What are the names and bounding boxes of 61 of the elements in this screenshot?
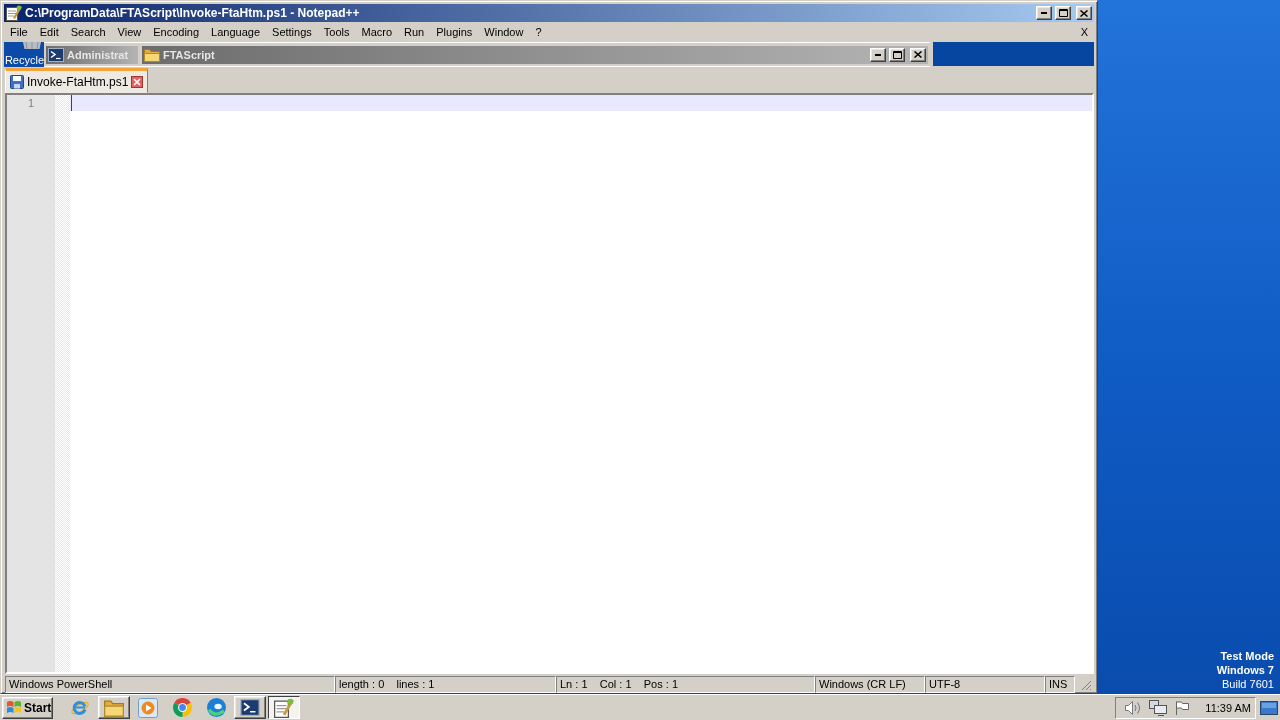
start-button[interactable]: Start bbox=[2, 696, 53, 719]
menu-item[interactable]: ? bbox=[529, 24, 548, 40]
network-icon[interactable] bbox=[1149, 699, 1168, 716]
minimize-button[interactable] bbox=[1036, 6, 1052, 20]
window-title: FTAScript bbox=[163, 48, 216, 61]
maximize-icon bbox=[892, 50, 902, 59]
background-window-title-bar[interactable]: FTAScript bbox=[142, 45, 928, 64]
resize-grip-icon[interactable] bbox=[1081, 680, 1092, 691]
status-bar-section: Ln : 1 Col : 1 Pos : 1 bbox=[556, 676, 815, 693]
status-bar-section: INS bbox=[1045, 676, 1075, 693]
menu-item[interactable]: Encoding bbox=[147, 24, 206, 40]
menu-item[interactable]: Run bbox=[398, 24, 431, 40]
close-button[interactable] bbox=[1076, 6, 1092, 20]
desktop-info-text: Test Mode bbox=[1220, 649, 1274, 663]
line-number: 1 bbox=[26, 96, 35, 111]
menu-item[interactable]: Macro bbox=[355, 24, 399, 40]
recycle-bin-icon bbox=[22, 42, 42, 49]
desktop-info-text: Windows 7 bbox=[1216, 663, 1274, 677]
maximize-button[interactable] bbox=[889, 47, 905, 62]
app-icon bbox=[6, 5, 22, 21]
close-document-button[interactable]: X bbox=[1074, 24, 1094, 40]
document-tab[interactable]: Invoke-FtaHtm.ps1 bbox=[5, 68, 149, 93]
close-icon bbox=[914, 51, 922, 58]
speaker-icon[interactable] bbox=[1125, 700, 1142, 715]
folder-icon bbox=[144, 47, 160, 62]
maximize-button[interactable] bbox=[1055, 6, 1071, 20]
menu-item[interactable]: Tools bbox=[317, 24, 356, 40]
minimize-icon bbox=[1041, 12, 1047, 14]
clock[interactable]: 11:39 AM bbox=[1205, 701, 1251, 714]
close-icon[interactable] bbox=[131, 75, 144, 88]
status-bar-section: Windows (CR LF) bbox=[815, 676, 925, 693]
show-desktop-icon[interactable] bbox=[1260, 700, 1278, 715]
window-title: C:\ProgramData\FTAScript\Invoke-FtaHtm.ps1 - Notepad++ bbox=[25, 6, 361, 20]
text-cursor bbox=[71, 95, 72, 111]
browser-icon bbox=[206, 698, 226, 717]
minimize-button[interactable] bbox=[870, 47, 886, 62]
start-logo-icon bbox=[6, 700, 22, 715]
desktop-icon-label[interactable]: Recycle bbox=[4, 54, 44, 66]
status-bar-section: UTF-8 bbox=[925, 676, 1045, 693]
terminal-icon bbox=[48, 47, 64, 62]
menu-item[interactable]: View bbox=[111, 24, 148, 40]
status-bar-section: Windows PowerShell bbox=[5, 676, 335, 693]
menu-item[interactable]: Language bbox=[205, 24, 267, 40]
menu-item[interactable]: Plugins bbox=[430, 24, 479, 40]
desktop-info-text: Build 7601 bbox=[1222, 677, 1274, 691]
terminal-icon bbox=[240, 699, 260, 716]
window-title: Administrat bbox=[67, 48, 130, 61]
menu-item[interactable]: File bbox=[4, 24, 34, 40]
flag-icon[interactable] bbox=[1175, 700, 1190, 715]
status-bar-section: length : 0 lines : 1 bbox=[335, 676, 556, 693]
close-icon bbox=[1080, 9, 1088, 17]
close-button[interactable] bbox=[910, 47, 926, 62]
maximize-icon bbox=[1058, 9, 1068, 17]
folder-icon bbox=[104, 698, 124, 717]
menu-item[interactable]: Edit bbox=[33, 24, 65, 40]
browser-icon bbox=[172, 698, 192, 717]
menu-item[interactable]: Search bbox=[64, 24, 112, 40]
taskbar-button[interactable] bbox=[268, 696, 300, 719]
menu-item[interactable]: Settings bbox=[266, 24, 318, 40]
minimize-icon bbox=[875, 53, 881, 56]
menu-item[interactable]: Window bbox=[478, 24, 530, 40]
